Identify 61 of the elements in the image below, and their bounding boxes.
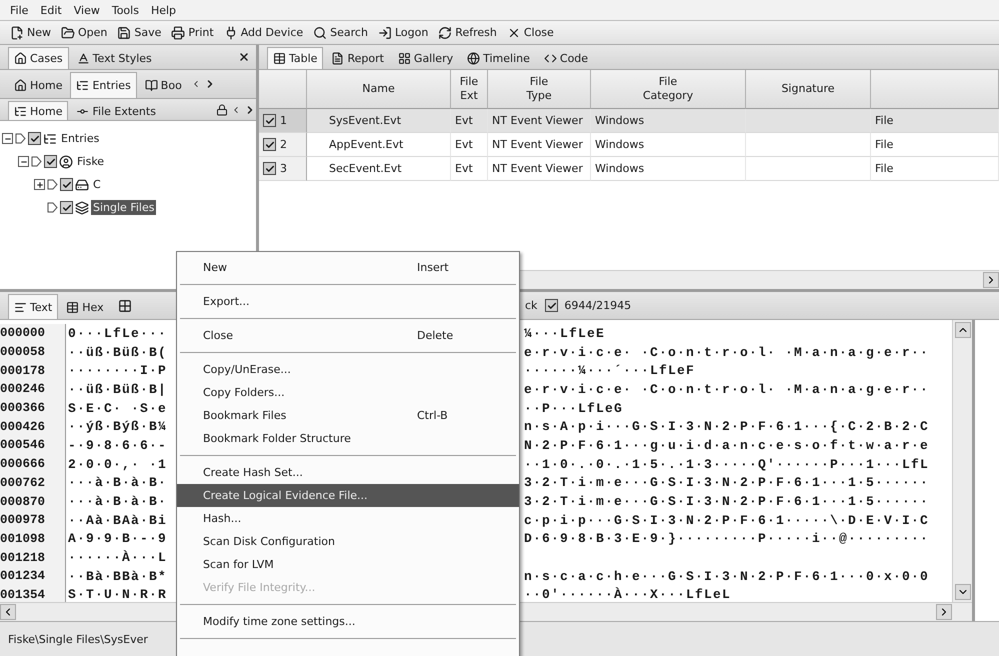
offset-cell: 000546: [0, 436, 66, 455]
table-cell: File: [871, 157, 999, 181]
offset-cell: 001098: [0, 530, 66, 548]
text-data: S·T·U·N·R·R: [67, 587, 168, 602]
text-data: ··0'······À···X···LfLeL: [523, 587, 732, 602]
text-data: e·r·v·i·c·e· ·C·o·n·t·r·o·l· ·M·a·n·a·g·e·r··: [523, 344, 930, 360]
table-cell: NT Event Viewer: [488, 157, 591, 181]
table-cell: Evt: [451, 157, 488, 181]
text-data: 2·0·0·,· ·1: [67, 456, 168, 472]
counter-text: 6944/21945: [564, 299, 632, 312]
text-data: n·s·A·p·i···G·S·I·3·N·2·P·F·6·1···{·C·2·B·2·C: [523, 419, 930, 434]
text-data: ···à·B·à·B·: [67, 494, 168, 510]
table-cell: Evt: [451, 109, 488, 133]
text-data: ···à·B·à·B·: [67, 475, 168, 490]
table-cell: File: [871, 109, 999, 133]
offset-cell: 001234: [0, 566, 66, 586]
offset-cell: 000978: [0, 510, 66, 530]
text-data: ······¼···´···LfLeF: [523, 363, 696, 378]
offset-cell: 000246: [0, 380, 66, 399]
text-data: ··Bà·BBà·B*: [67, 568, 168, 584]
offset-cell: 000762: [0, 474, 66, 492]
text-data: ··Aà·BAà·Bi: [67, 512, 168, 528]
text-data: ··1·0·.·0·.·1·5·.·1·3·····Q'······P···1···LfL: [523, 456, 930, 472]
text-data: 3·2·T·i·m·e···G·S·I·3·N·2·P·F·6·1···1·5······: [523, 494, 930, 510]
offset-cell: 000666: [0, 454, 66, 474]
text-data: N·2·P·F·6·1···g·u·i·d·a·n·c·e·s·o·f·t·w·a·r·e: [523, 438, 930, 453]
table-cell: File: [871, 133, 999, 157]
offset-cell: 001218: [0, 548, 66, 567]
text-data: ··ýß·Býß·B¼: [67, 419, 168, 434]
offset-cell: 000870: [0, 492, 66, 511]
offset-cell: 000426: [0, 417, 66, 436]
text-data: ¼···LfLeE: [523, 326, 606, 341]
text-data: ········I·P: [67, 363, 168, 378]
text-data: D·6·9·8·B·3·E·9·}·········P·····i··@·········: [523, 531, 930, 546]
table-cell: NT Event Viewer: [488, 133, 591, 157]
text-data: -·9·8·6·6·-: [67, 438, 168, 453]
toolbar-label: ck: [525, 299, 538, 312]
table-cell: Windows: [591, 157, 746, 181]
table-cell: Windows: [591, 109, 746, 133]
table-cell: Windows: [591, 133, 746, 157]
offset-cell: 000000: [0, 324, 66, 343]
offset-cell: 000178: [0, 361, 66, 380]
text-data: c·p·i·p···G·S·I·3·N·2·P·F·6·1·····\·D·E·V·I·C: [523, 512, 930, 528]
offset-cell: 000058: [0, 342, 66, 362]
text-data: A·9·9·B·-·9: [67, 531, 168, 546]
text-data: ······À···L: [67, 550, 168, 566]
text-data: ··üß·Büß·B(: [67, 344, 168, 360]
offset-cell: 001354: [0, 586, 66, 602]
table-cell: AppEvent.Evt: [307, 133, 451, 157]
table-cell: Evt: [451, 133, 488, 157]
text-data: ··P···LfLeG: [523, 400, 624, 416]
text-data: n·s·c·a·c·h·e···G·S·I·3·N·2·P·F·6·1···0·x·0·0: [523, 568, 930, 584]
offset-cell: 000366: [0, 398, 66, 418]
text-data: 0···LfLe···: [67, 326, 168, 341]
table-cell: SecEvent.Evt: [307, 157, 451, 181]
text-data: e·r·v·i·c·e· ·C·o·n·t·r·o·l· ·M·a·n·a·g·e·r··: [523, 382, 930, 397]
text-data: S·E·C· ·S·e: [67, 400, 168, 416]
text-data: ··üß·Büß·B|: [67, 382, 168, 397]
text-data: 3·2·T·i·m·e···G·S·I·3·N·2·P·F·6·1···1·5······: [523, 475, 930, 490]
table-cell: SysEvent.Evt: [307, 109, 451, 133]
table-cell: NT Event Viewer: [488, 109, 591, 133]
